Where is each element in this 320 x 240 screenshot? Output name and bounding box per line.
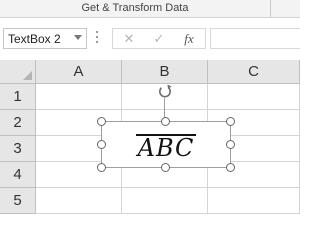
row-header-1[interactable]: 1 [0,84,36,110]
row-header-3[interactable]: 3 [0,136,36,162]
resize-handle-bottom-right[interactable] [226,163,235,172]
name-box[interactable]: TextBox 2 [3,28,87,49]
cell-c5[interactable] [208,188,300,214]
resize-handle-left[interactable] [97,140,106,149]
name-box-value: TextBox 2 [8,32,61,46]
ribbon-separator [270,0,271,17]
textbox-shape[interactable]: ABC [101,121,231,168]
ribbon-group-label: Get & Transform Data [81,2,189,14]
insert-function-button[interactable]: fx [175,29,203,48]
cell-a5[interactable] [36,188,122,214]
cell-b5[interactable] [122,188,208,214]
resize-handle-top[interactable] [161,117,170,126]
drag-handle-icon[interactable] [94,31,100,47]
resize-handle-bottom-left[interactable] [97,163,106,172]
resize-handle-right[interactable] [226,140,235,149]
resize-handle-bottom[interactable] [161,163,170,172]
cell-a1[interactable] [36,84,122,110]
formula-buttons: ✕ ✓ fx [112,28,206,49]
cell-c1[interactable] [208,84,300,110]
textbox-content: ABC [102,122,230,167]
overlined-text[interactable]: ABC [135,133,197,160]
cancel-icon[interactable]: ✕ [115,29,143,48]
chevron-down-icon[interactable] [74,35,82,40]
select-all-button[interactable] [0,60,36,84]
formula-bar: TextBox 2 ✕ ✓ fx [0,18,300,60]
formula-input[interactable] [210,28,300,49]
resize-handle-top-left[interactable] [97,117,106,126]
column-header-b[interactable]: B [122,60,208,84]
column-header-c[interactable]: C [208,60,300,84]
rotate-handle-icon[interactable] [157,83,173,99]
row-header-2[interactable]: 2 [0,110,36,136]
ribbon-strip: Get & Transform Data [0,0,300,17]
column-header-a[interactable]: A [36,60,122,84]
resize-handle-top-right[interactable] [226,117,235,126]
row-header-4[interactable]: 4 [0,162,36,188]
row-header-5[interactable]: 5 [0,188,36,214]
enter-icon[interactable]: ✓ [145,29,173,48]
select-all-icon [23,71,32,80]
